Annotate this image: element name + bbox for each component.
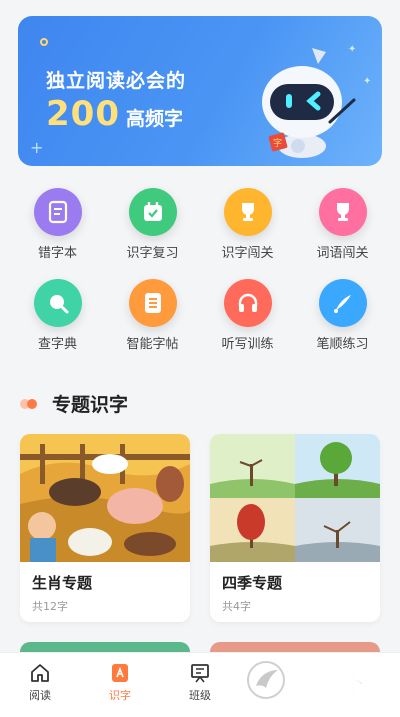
feature-review[interactable]: 识字复习 <box>105 188 200 263</box>
promo-banner[interactable]: + ✦ ✦ 独立阅读必会的 200 高频字 字 <box>18 16 382 166</box>
card-title: 四季专题 <box>222 574 283 592</box>
tab-literacy[interactable]: 识字 <box>80 653 160 717</box>
feature-label: 智能字帖 <box>126 337 179 352</box>
tab-read[interactable]: 阅读 <box>0 653 80 717</box>
section-dots-icon <box>20 398 42 410</box>
section-header: 专题识字 <box>20 390 128 417</box>
feature-label: 识字复习 <box>126 246 179 261</box>
feature-dictionary[interactable]: 查字典 <box>10 279 105 354</box>
feature-dictation[interactable]: 听写训练 <box>200 279 295 354</box>
trophy-icon <box>318 188 367 236</box>
site-watermark: 飞翔下载 <box>246 660 392 700</box>
decor-star: ✦ <box>363 76 372 87</box>
document-icon <box>128 279 177 327</box>
notebook-icon <box>33 188 82 236</box>
feature-wrong-words[interactable]: 错字本 <box>10 188 105 263</box>
calendar-check-icon <box>128 188 177 236</box>
character-book-icon <box>112 664 128 682</box>
svg-text:字: 字 <box>273 137 282 149</box>
tab-label: 班级 <box>189 689 211 702</box>
feature-label: 笔顺练习 <box>316 337 369 352</box>
feature-copybook[interactable]: 智能字帖 <box>105 279 200 354</box>
seasons-illustration <box>210 434 380 562</box>
feature-label: 识字闯关 <box>221 246 274 261</box>
banner-number: 200 <box>46 94 120 134</box>
magnifier-icon <box>33 279 82 327</box>
decor-plus: + <box>30 138 44 157</box>
banner-subline: 200 高频字 <box>46 94 183 134</box>
tab-class[interactable]: 班级 <box>160 653 240 717</box>
feature-label: 错字本 <box>37 246 77 261</box>
feature-label: 词语闯关 <box>316 246 369 261</box>
topic-card-seasons[interactable]: 四季专题 共4字 <box>210 434 380 622</box>
headphones-icon <box>223 279 272 327</box>
feature-stroke-order[interactable]: 笔顺练习 <box>295 279 390 354</box>
card-subtitle: 共4字 <box>222 600 251 613</box>
feature-label: 查字典 <box>37 337 77 352</box>
tab-label: 识字 <box>109 689 131 702</box>
wing-logo-icon <box>247 661 285 699</box>
home-icon <box>31 664 49 682</box>
classroom-board-icon <box>191 664 209 683</box>
feature-grid: 错字本 识字复习 识字闯关 词语闯关 查字典 智能字帖 听写训练 笔顺练习 <box>10 188 390 354</box>
watermark-text: 飞翔下载 <box>292 668 392 697</box>
zodiac-illustration <box>20 434 190 562</box>
feature-char-challenge[interactable]: 识字闯关 <box>200 188 295 263</box>
topic-card-zodiac[interactable]: 生肖专题 共12字 <box>20 434 190 622</box>
feature-word-challenge[interactable]: 词语闯关 <box>295 188 390 263</box>
section-title: 专题识字 <box>52 394 129 416</box>
decor-circle <box>40 38 48 46</box>
card-subtitle: 共12字 <box>32 600 68 613</box>
feature-label: 听写训练 <box>221 337 274 352</box>
robot-mascot-icon: 字 <box>262 48 356 158</box>
brush-icon <box>318 279 367 327</box>
banner-suffix: 高频字 <box>125 108 183 130</box>
card-title: 生肖专题 <box>32 574 93 592</box>
banner-headline: 独立阅读必会的 <box>46 70 187 92</box>
tab-label: 阅读 <box>29 689 51 702</box>
trophy-icon <box>223 188 272 236</box>
